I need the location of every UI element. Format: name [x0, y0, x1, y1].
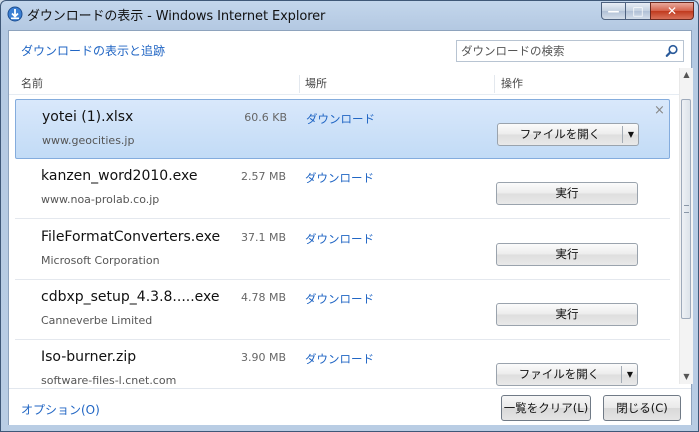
open-file-split-button[interactable]: ファイルを開く ▼ [497, 123, 639, 146]
download-item-selected[interactable]: yotei (1).xlsx www.geocities.jp 60.6 KB … [15, 99, 670, 159]
split-divider [622, 126, 623, 143]
vertical-scrollbar[interactable]: ▲ ▼ [679, 68, 693, 384]
column-divider [494, 75, 495, 93]
file-location-link[interactable]: ダウンロード [305, 231, 374, 247]
file-source: www.noa-prolab.co.jp [41, 193, 160, 206]
minimize-button[interactable]: — [601, 2, 626, 20]
file-location-link[interactable]: ダウンロード [305, 351, 374, 367]
open-file-split-button[interactable]: ファイルを開く ▼ [496, 363, 638, 386]
run-button[interactable]: 実行 [496, 303, 638, 326]
scroll-thumb[interactable] [681, 99, 691, 319]
download-item[interactable]: FileFormatConverters.exe Microsoft Corpo… [15, 220, 670, 280]
run-button[interactable]: 実行 [496, 182, 638, 205]
file-location-link[interactable]: ダウンロード [306, 111, 375, 127]
file-name: FileFormatConverters.exe [41, 229, 221, 245]
grip-icon [684, 205, 689, 213]
downloads-panel: ダウンロードの表示と追跡 名前 場所 操作 yotei (1).xlsx www… [8, 30, 693, 425]
file-location-link[interactable]: ダウンロード [305, 291, 374, 307]
download-list: yotei (1).xlsx www.geocities.jp 60.6 KB … [9, 98, 679, 388]
chevron-down-icon[interactable]: ▼ [623, 364, 637, 385]
scroll-up-arrow-icon[interactable]: ▲ [680, 68, 693, 82]
scroll-down-arrow-icon[interactable]: ▼ [680, 370, 693, 384]
footer-bar: オプション(O) 一覧をクリア(L) 閉じる(C) [9, 388, 691, 425]
column-header-action[interactable]: 操作 [501, 73, 523, 95]
file-source: www.geocities.jp [42, 134, 135, 147]
file-size: 4.78 MB [240, 291, 286, 304]
maximize-icon: □ [632, 4, 644, 18]
magnifier-icon[interactable] [665, 44, 679, 58]
file-size: 37.1 MB [240, 231, 286, 244]
file-size: 60.6 KB [244, 111, 287, 124]
downloads-window: ダウンロードの表示 - Windows Internet Explorer — … [0, 0, 699, 432]
download-item[interactable]: kanzen_word2010.exe www.noa-prolab.co.jp… [15, 159, 670, 219]
open-file-button[interactable]: ファイルを開く [497, 364, 621, 385]
minimize-icon: — [607, 4, 620, 18]
file-name: Iso-burner.zip [41, 349, 137, 365]
file-size: 2.57 MB [240, 170, 286, 183]
file-source: Microsoft Corporation [41, 254, 160, 267]
header-divider [9, 94, 679, 95]
open-file-button[interactable]: ファイルを開く [498, 124, 622, 145]
column-header-location[interactable]: 場所 [305, 73, 327, 95]
file-name: yotei (1).xlsx [42, 109, 134, 125]
ie-download-icon [7, 6, 23, 22]
column-header-name[interactable]: 名前 [21, 73, 43, 95]
options-link[interactable]: オプション(O) [21, 401, 100, 418]
file-name: kanzen_word2010.exe [41, 168, 198, 184]
window-title: ダウンロードの表示 - Windows Internet Explorer [27, 9, 326, 24]
file-size: 3.90 MB [240, 351, 286, 364]
close-window-button[interactable]: ✕ [650, 2, 694, 20]
close-icon: ✕ [666, 4, 678, 18]
close-button[interactable]: 閉じる(C) [603, 395, 681, 421]
file-source: Canneverbe Limited [41, 314, 153, 327]
split-divider [621, 366, 622, 383]
view-track-downloads-link[interactable]: ダウンロードの表示と追跡 [21, 42, 165, 59]
file-name: cdbxp_setup_4.3.8.....exe [41, 289, 220, 305]
close-icon[interactable]: × [654, 103, 665, 118]
file-source: software-files-l.cnet.com [41, 374, 177, 387]
run-button[interactable]: 実行 [496, 243, 638, 266]
file-location-link[interactable]: ダウンロード [305, 170, 374, 186]
maximize-button[interactable]: □ [625, 2, 651, 20]
title-bar[interactable]: ダウンロードの表示 - Windows Internet Explorer — … [1, 1, 698, 27]
clear-list-button[interactable]: 一覧をクリア(L) [501, 395, 591, 421]
download-item[interactable]: Iso-burner.zip software-files-l.cnet.com… [15, 340, 670, 388]
chevron-down-icon[interactable]: ▼ [624, 124, 638, 145]
search-input[interactable] [461, 43, 651, 59]
search-box[interactable] [456, 40, 684, 62]
column-divider [299, 75, 300, 93]
download-item[interactable]: cdbxp_setup_4.3.8.....exe Canneverbe Lim… [15, 280, 670, 340]
